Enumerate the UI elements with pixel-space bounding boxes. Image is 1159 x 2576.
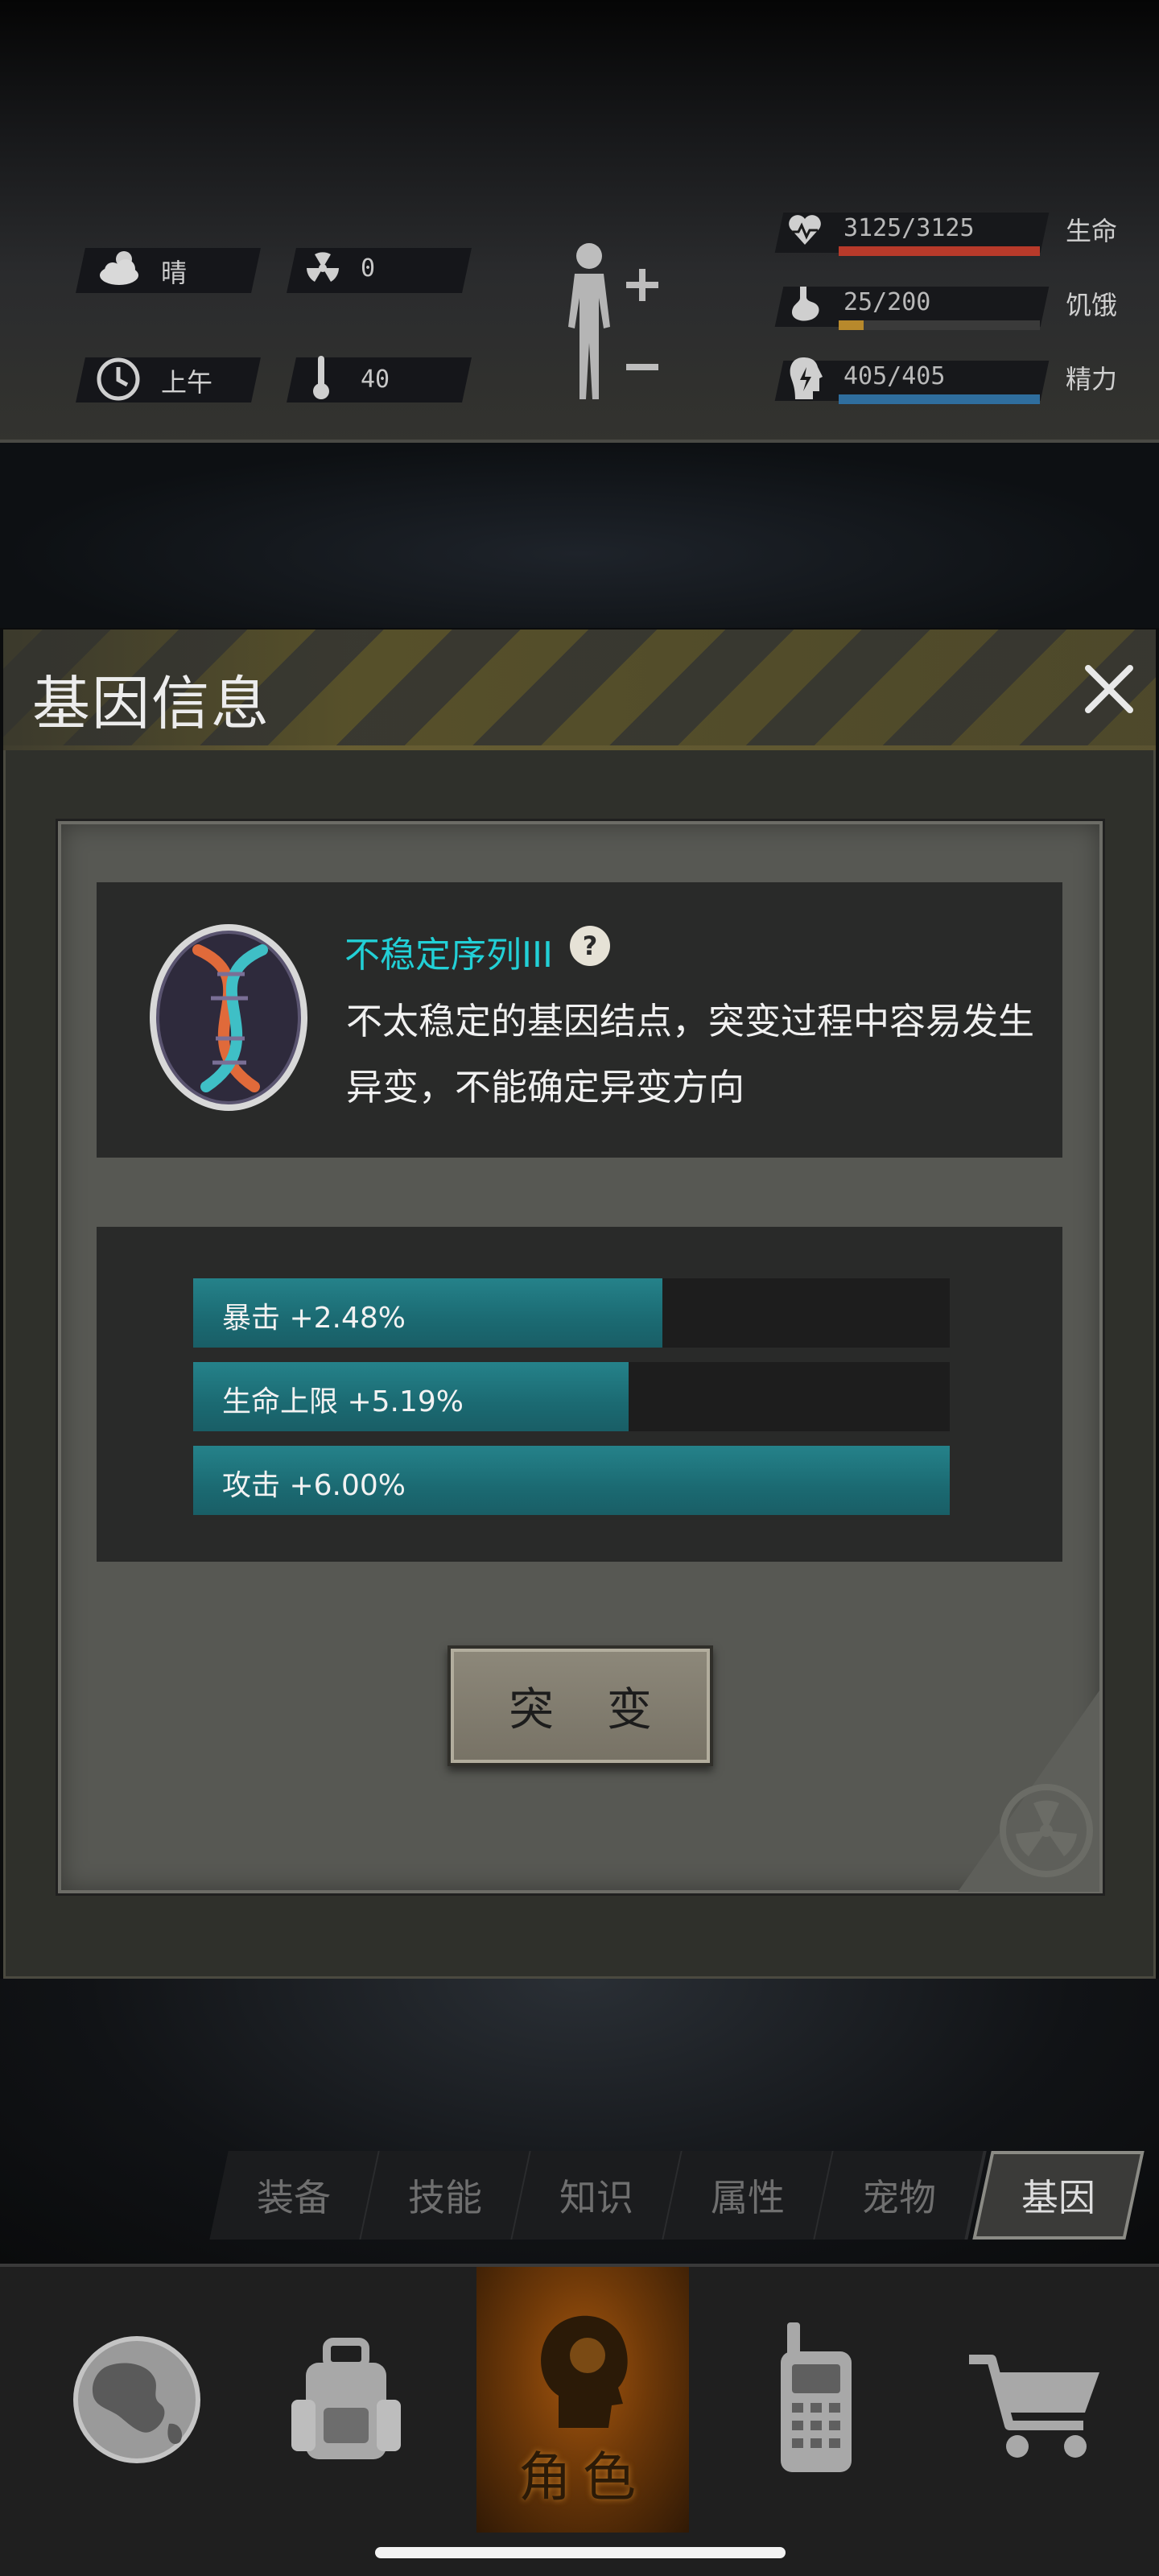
heart-icon: [786, 211, 824, 250]
attribute-row: 暴击 +2.48%: [193, 1278, 950, 1348]
tab-label: 技能: [408, 2176, 482, 2219]
dna-icon: [150, 918, 316, 1114]
close-icon: [1085, 665, 1133, 713]
tab-label: 宠物: [862, 2176, 936, 2219]
cart-icon: [969, 2355, 1099, 2458]
tab-skills[interactable]: 技能: [361, 2151, 533, 2240]
nav-world-button[interactable]: [32, 2267, 241, 2533]
attribute-label: 暴击 +2.48%: [222, 1302, 406, 1335]
hunger-track: [839, 320, 1040, 330]
nav-shop-button[interactable]: [930, 2267, 1140, 2533]
attribute-label: 攻击 +6.00%: [222, 1469, 406, 1502]
clock-icon: [95, 356, 142, 402]
tab-equipment[interactable]: 装备: [209, 2151, 382, 2240]
time-label: 上午: [161, 367, 213, 398]
energy-icon: [787, 354, 824, 402]
temperature-value: 40: [361, 365, 390, 394]
health-fill: [839, 246, 1040, 256]
tab-label: 装备: [257, 2176, 331, 2219]
attribute-label: 生命上限 +5.19%: [222, 1385, 464, 1418]
energy-label: 精力: [1066, 364, 1118, 394]
tab-attributes[interactable]: 属性: [663, 2151, 835, 2240]
hunger-value: 25/200: [843, 288, 931, 316]
help-button[interactable]: ?: [568, 924, 612, 968]
body-figure-icon: [568, 243, 658, 399]
thermometer-icon: [311, 354, 332, 401]
health-label: 生命: [1066, 216, 1118, 246]
gene-name: 不稳定序列III: [344, 935, 553, 976]
cloud-sun-icon: [97, 245, 145, 290]
nav-radio-button[interactable]: [711, 2267, 921, 2533]
attribute-row: 生命上限 +5.19%: [193, 1362, 950, 1431]
energy-fill: [839, 394, 1040, 404]
backpack-icon: [291, 2338, 401, 2459]
hunger-fill: [839, 320, 864, 330]
dialog-title: 基因信息: [32, 670, 271, 737]
radiation-icon: [303, 248, 343, 288]
health-value: 3125/3125: [843, 214, 975, 242]
energy-track: [839, 394, 1040, 404]
mutate-button[interactable]: 突 变: [448, 1645, 713, 1766]
radiation-watermark-icon: [958, 1690, 1099, 1892]
radio-icon: [781, 2322, 852, 2472]
tab-pets[interactable]: 宠物: [815, 2151, 987, 2240]
question-icon: ?: [570, 926, 610, 966]
energy-value: 405/405: [843, 362, 946, 390]
character-icon: [541, 2315, 628, 2428]
home-indicator: [375, 2547, 786, 2558]
health-track: [839, 246, 1040, 256]
tab-label: 知识: [559, 2176, 633, 2219]
nav-backpack-button[interactable]: [241, 2267, 451, 2533]
tab-label: 基因: [1021, 2176, 1095, 2219]
mutate-button-label: 突 变: [509, 1683, 671, 1736]
nav-character-label: 角色: [518, 2446, 647, 2508]
scene-background: [0, 443, 1159, 628]
body-status-button[interactable]: [557, 238, 670, 411]
globe-icon: [73, 2336, 200, 2463]
radiation-value: 0: [361, 254, 376, 283]
svg-text:?: ?: [583, 931, 598, 961]
close-button[interactable]: [1074, 654, 1145, 724]
tab-genes[interactable]: 基因: [972, 2151, 1145, 2240]
weather-label: 晴: [161, 258, 188, 288]
stomach-icon: [789, 283, 824, 324]
hunger-label: 饥饿: [1066, 290, 1118, 320]
tab-label: 属性: [711, 2176, 785, 2219]
tab-knowledge[interactable]: 知识: [512, 2151, 684, 2240]
gene-description: 不太稳定的基因结点，突变过程中容易发生异变，不能确定异变方向: [346, 1000, 1035, 1108]
attribute-row: 攻击 +6.00%: [193, 1446, 950, 1515]
